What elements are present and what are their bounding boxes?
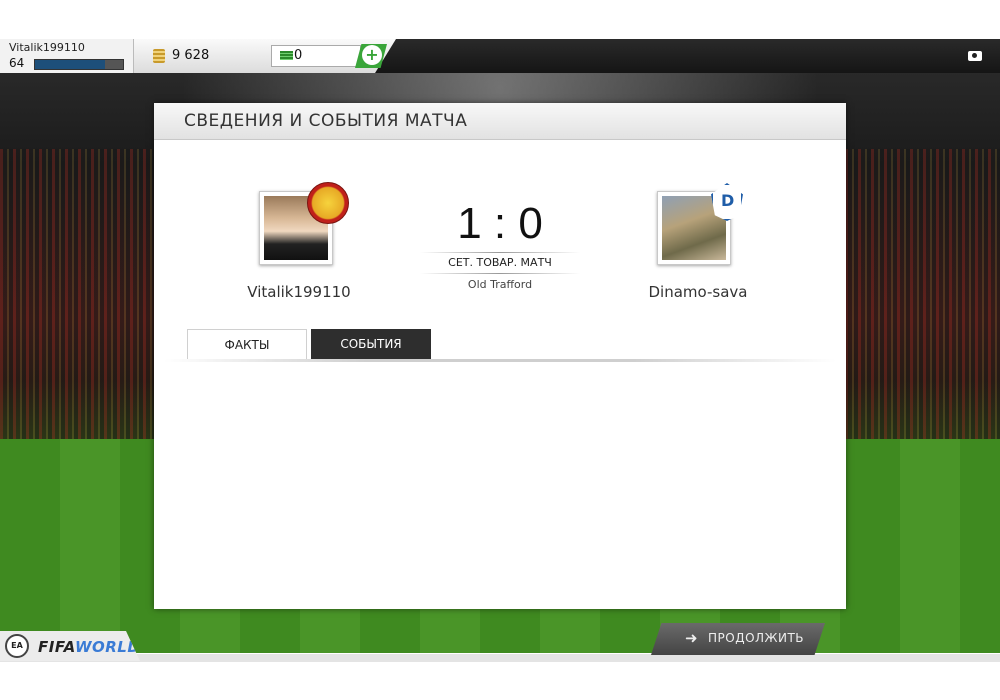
bottom-strip (0, 653, 1000, 662)
match-type: СЕТ. ТОВАР. МАТЧ (448, 256, 552, 269)
camera-icon[interactable] (968, 51, 982, 61)
top-bar: Vitalik199110 64 9 628 0 + (0, 39, 1000, 73)
tab-events[interactable]: СОБЫТИЯ (311, 329, 431, 359)
divider (420, 252, 580, 253)
coins-value: 9 628 (172, 48, 210, 63)
points-icon (280, 51, 293, 60)
fifa-world-logo-box: EA FIFAWORLD (0, 631, 140, 661)
player-level: 64 (9, 56, 25, 70)
player-info[interactable]: Vitalik199110 64 (0, 39, 134, 73)
points-value: 0 (294, 48, 303, 63)
arrow-right-icon: ➜ (685, 629, 698, 647)
player-name: Vitalik199110 (9, 41, 85, 54)
tab-divider (164, 359, 836, 362)
match-score: 1 : 0 (457, 199, 543, 248)
bottom-bar: EA FIFAWORLD ➜ ПРОДОЛЖИТЬ (0, 623, 1000, 662)
ea-sports-icon: EA (5, 634, 29, 658)
coin-icon (153, 49, 165, 63)
match-details-dialog: СВЕДЕНИЯ И СОБЫТИЯ МАТЧА Vitalik199110 1… (154, 103, 846, 609)
plus-icon[interactable]: + (362, 45, 382, 65)
tab-facts[interactable]: ФАКТЫ (187, 329, 307, 359)
match-venue: Old Trafford (467, 278, 533, 291)
fifa-world-logo: FIFAWORLD (38, 638, 140, 656)
continue-label: ПРОДОЛЖИТЬ (708, 631, 805, 645)
logo-fifa-text: FIFA (38, 638, 75, 656)
dialog-header: СВЕДЕНИЯ И СОБЫТИЯ МАТЧА (154, 103, 846, 140)
dinamo-badge-letter: D (721, 191, 735, 210)
away-team-name: Dinamo-sava (648, 283, 748, 301)
divider (420, 273, 580, 274)
continue-button[interactable]: ➜ ПРОДОЛЖИТЬ (651, 623, 825, 655)
home-team-name: Vitalik199110 (247, 283, 351, 301)
logo-world-text: WORLD (74, 638, 141, 656)
xp-progress-fill (35, 60, 106, 69)
xp-progress-bar (34, 59, 124, 70)
dinamo-badge-icon: D (711, 183, 743, 221)
manchester-united-badge-icon (307, 182, 349, 224)
dialog-title: СВЕДЕНИЯ И СОБЫТИЯ МАТЧА (184, 111, 468, 131)
